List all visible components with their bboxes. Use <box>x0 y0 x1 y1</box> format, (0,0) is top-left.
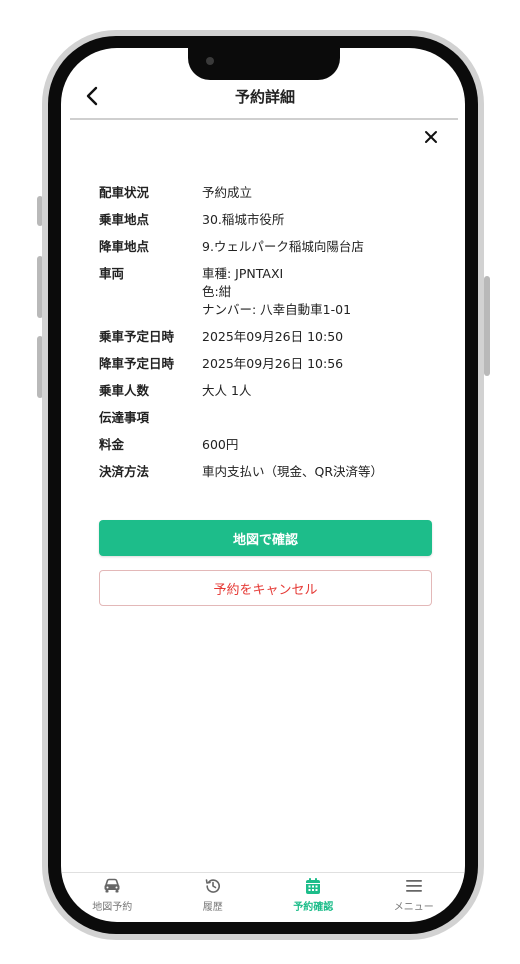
nav-label: メニュー <box>393 902 434 913</box>
detail-label: 伝達事項 <box>99 410 150 425</box>
cancel-reservation-button[interactable]: 予約をキャンセル <box>99 570 432 606</box>
history-icon <box>204 876 222 896</box>
detail-value: 9.ウェルパーク稲城向陽台店 <box>202 239 364 254</box>
detail-value: 2025年09月26日 10:50 <box>202 329 344 344</box>
chevron-left-icon <box>86 86 98 106</box>
nav-label: 地図予約 <box>92 902 133 913</box>
bottom-nav: 地図予約 履歴 予約確認 メニュー <box>62 876 464 920</box>
view-map-button[interactable]: 地図で確認 <box>99 520 432 556</box>
detail-label: 乗車地点 <box>99 212 150 227</box>
detail-label: 配車状況 <box>99 185 150 200</box>
nav-label: 予約確認 <box>293 902 334 913</box>
detail-label: 料金 <box>99 437 125 452</box>
nav-item-history[interactable]: 履歴 <box>168 876 258 920</box>
nav-item-menu[interactable]: メニュー <box>369 876 459 920</box>
detail-row-payment: 決済方法 車内支払い（現金、QR決済等） <box>99 463 439 481</box>
detail-label: 降車予定日時 <box>99 356 175 371</box>
page-title: 予約詳細 <box>234 88 295 106</box>
detail-row-notes: 伝達事項 <box>99 409 439 427</box>
detail-value: 2025年09月26日 10:56 <box>202 356 344 371</box>
front-camera <box>206 57 214 65</box>
detail-row-pickup-time: 乗車予定日時 2025年09月26日 10:50 <box>99 328 439 346</box>
detail-value: 大人 1人 <box>202 383 252 398</box>
power-button <box>484 276 490 376</box>
detail-value: 30.稲城市役所 <box>202 212 285 227</box>
detail-row-pickup: 乗車地点 30.稲城市役所 <box>99 211 439 229</box>
detail-row-dropoff-time: 降車予定日時 2025年09月26日 10:56 <box>99 355 439 373</box>
detail-label: 乗車人数 <box>99 383 150 398</box>
close-icon <box>425 131 437 143</box>
detail-row-passengers: 乗車人数 大人 1人 <box>99 382 439 400</box>
nav-label: 履歴 <box>202 902 223 913</box>
detail-value: 600円 <box>202 437 239 452</box>
nav-divider <box>62 872 464 873</box>
detail-row-dropoff: 降車地点 9.ウェルパーク稲城向陽台店 <box>99 238 439 256</box>
menu-icon <box>405 876 423 896</box>
nav-item-map-reserve[interactable]: 地図予約 <box>67 876 157 920</box>
header-divider <box>70 118 458 120</box>
detail-value: 車内支払い（現金、QR決済等） <box>202 464 384 479</box>
detail-row-dispatch-status: 配車状況 予約成立 <box>99 184 439 202</box>
calendar-icon <box>305 876 321 896</box>
detail-label: 決済方法 <box>99 464 150 479</box>
detail-value: 予約成立 <box>202 185 253 200</box>
detail-label: 車両 <box>99 266 125 281</box>
reservation-details: 配車状況 予約成立 乗車地点 30.稲城市役所 降車地点 9.ウェルパーク稲城向… <box>99 184 439 490</box>
nav-item-reservation-check[interactable]: 予約確認 <box>268 876 358 920</box>
detail-row-vehicle: 車両 車種: JPNTAXI 色:紺 ナンバー: 八幸自動車1-01 <box>99 265 439 319</box>
detail-value: 車種: JPNTAXI 色:紺 ナンバー: 八幸自動車1-01 <box>202 266 352 317</box>
back-button[interactable] <box>80 84 104 108</box>
detail-label: 乗車予定日時 <box>99 329 175 344</box>
close-button[interactable] <box>420 126 442 148</box>
car-icon <box>103 876 121 896</box>
detail-row-fare: 料金 600円 <box>99 436 439 454</box>
detail-label: 降車地点 <box>99 239 150 254</box>
